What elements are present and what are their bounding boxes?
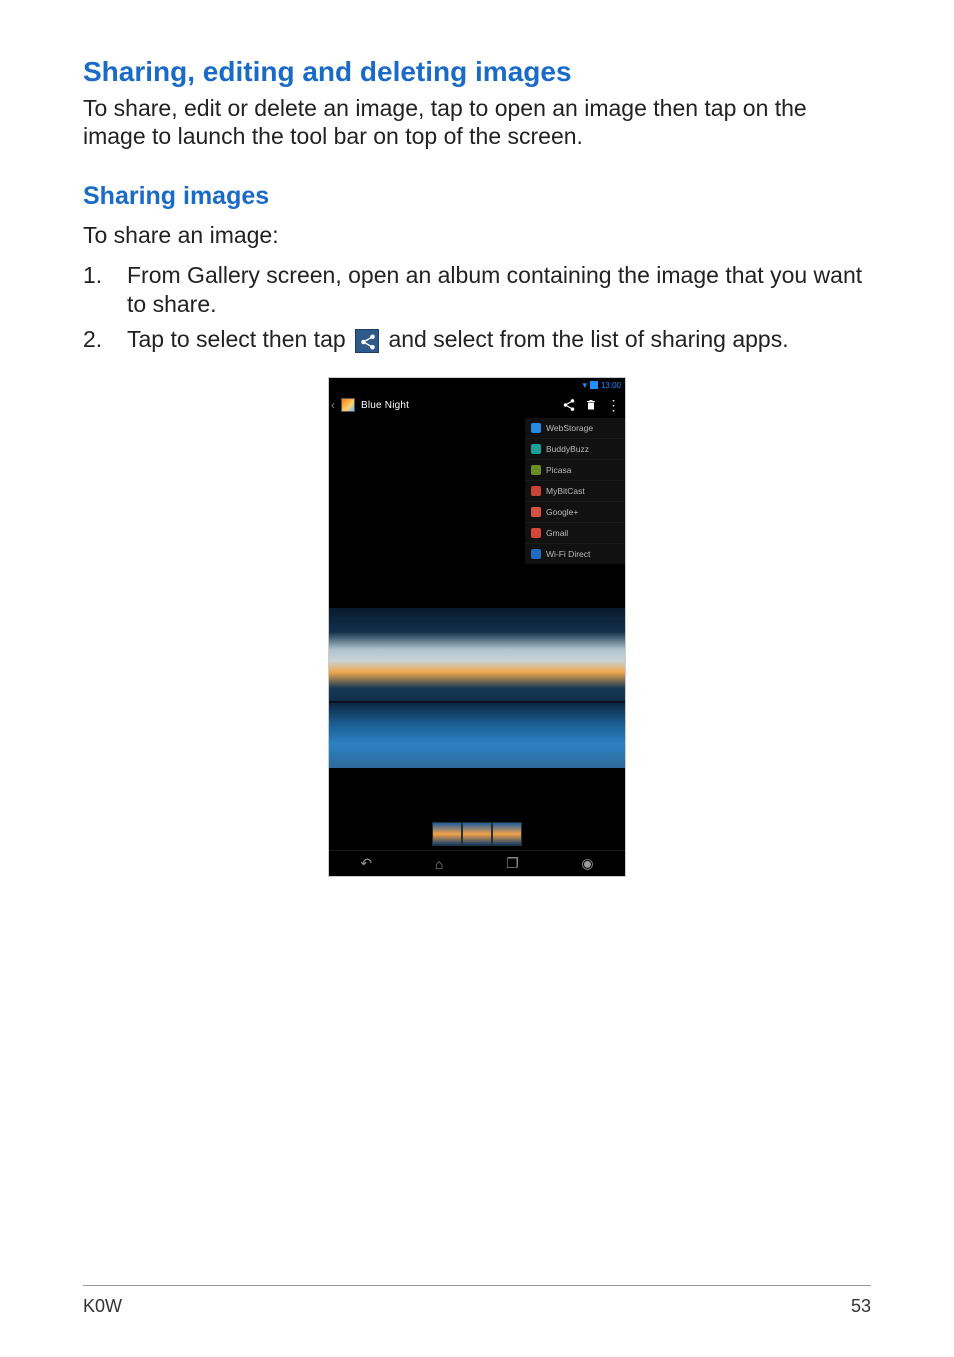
heading-sharing-images: Sharing images	[83, 182, 871, 211]
app-icon	[531, 423, 541, 433]
album-name: Blue Night	[361, 400, 555, 411]
share-item-label: Picasa	[546, 465, 572, 475]
step-2: Tap to select then tap and select from t…	[83, 325, 871, 354]
share-item-buddybuzz[interactable]: BuddyBuzz	[525, 439, 625, 460]
share-item-googleplus[interactable]: Google+	[525, 502, 625, 523]
steps-list: From Gallery screen, open an album conta…	[83, 261, 871, 353]
app-toolbar: ‹ Blue Night ⋮	[329, 392, 625, 418]
app-icon	[531, 507, 541, 517]
nav-recent-icon[interactable]: ❐	[506, 855, 519, 872]
share-menu-popup: WebStorage BuddyBuzz Picasa MyBitCast Go…	[525, 418, 625, 564]
main-photo[interactable]	[329, 608, 625, 768]
app-icon	[531, 549, 541, 559]
step-1: From Gallery screen, open an album conta…	[83, 261, 871, 319]
thumb[interactable]	[462, 822, 492, 846]
share-icon	[355, 329, 379, 353]
status-time: 13:00	[601, 381, 621, 390]
thumb[interactable]	[492, 822, 522, 846]
delete-action-icon[interactable]	[583, 397, 599, 413]
step-2-text-b: and select from the list of sharing apps…	[388, 326, 788, 352]
share-item-wifidirect[interactable]: Wi-Fi Direct	[525, 544, 625, 564]
wifi-icon: ▾	[582, 380, 587, 391]
share-item-webstorage[interactable]: WebStorage	[525, 418, 625, 439]
intro-paragraph: To share, edit or delete an image, tap t…	[83, 94, 871, 150]
phone-body: WebStorage BuddyBuzz Picasa MyBitCast Go…	[329, 418, 625, 876]
share-item-label: Wi-Fi Direct	[546, 549, 590, 559]
app-icon	[531, 444, 541, 454]
nav-back-icon[interactable]: ↶	[360, 855, 372, 872]
share-action-icon[interactable]	[561, 397, 577, 413]
thumb[interactable]	[432, 822, 462, 846]
example-screenshot: ▾ 13:00 ‹ Blue Night ⋮ WebStorage BuddyB…	[328, 377, 626, 877]
footer-model: K0W	[83, 1296, 122, 1317]
app-icon	[531, 486, 541, 496]
step-2-text-a: Tap to select then tap	[127, 326, 352, 352]
android-nav-bar: ↶ ⌂ ❐ ◉	[329, 850, 625, 876]
heading-sharing-editing-deleting: Sharing, editing and deleting images	[83, 56, 871, 88]
share-item-label: WebStorage	[546, 423, 593, 433]
thumbnail-strip[interactable]	[432, 822, 522, 846]
footer-page-number: 53	[851, 1296, 871, 1317]
nav-home-icon[interactable]: ⌂	[435, 856, 443, 872]
battery-icon	[590, 381, 598, 389]
share-item-gmail[interactable]: Gmail	[525, 523, 625, 544]
share-item-label: MyBitCast	[546, 486, 585, 496]
share-item-label: Gmail	[546, 528, 568, 538]
share-item-mybitcast[interactable]: MyBitCast	[525, 481, 625, 502]
page-footer: K0W 53	[83, 1285, 871, 1317]
status-bar: ▾ 13:00	[329, 378, 625, 392]
share-item-label: BuddyBuzz	[546, 444, 589, 454]
overflow-menu-icon[interactable]: ⋮	[605, 397, 621, 413]
back-chevron-icon[interactable]: ‹	[331, 398, 335, 412]
lead-paragraph: To share an image:	[83, 221, 871, 251]
share-item-picasa[interactable]: Picasa	[525, 460, 625, 481]
album-thumb-icon	[341, 398, 355, 412]
nav-camera-icon[interactable]: ◉	[581, 855, 593, 872]
app-icon	[531, 528, 541, 538]
app-icon	[531, 465, 541, 475]
share-item-label: Google+	[546, 507, 578, 517]
